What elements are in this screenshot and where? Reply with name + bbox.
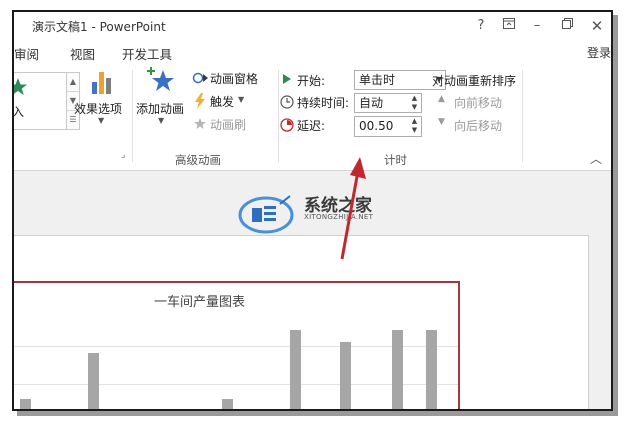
- move-earlier-label: 向前移动: [454, 96, 503, 110]
- collapse-ribbon-icon[interactable]: ︿: [590, 150, 602, 167]
- clock-icon: [280, 95, 294, 109]
- tab-review[interactable]: 审阅: [14, 44, 39, 63]
- effect-options-button[interactable]: 效果选项 ▼: [74, 68, 130, 148]
- slide-workspace: 一车间产量图表 系统之家 XITONGZHIJIA.NET: [14, 157, 611, 409]
- chart-bar: [340, 341, 351, 409]
- tab-view[interactable]: 视图: [70, 44, 95, 63]
- animation-painter-icon: [194, 118, 206, 129]
- star-icon: [14, 78, 27, 95]
- animation-pane-button[interactable]: 动画窗格: [192, 70, 278, 88]
- triangle-up-icon: ▲: [438, 94, 445, 104]
- play-icon: [283, 74, 291, 84]
- powerpoint-window: 演示文稿1 - PowerPoint ? – ✕ 审阅 视图 开发工具 登录 入…: [12, 10, 613, 411]
- animation-pane-label: 动画窗格: [210, 72, 259, 86]
- add-animation-label: 添加动画: [136, 102, 185, 116]
- window-title: 演示文稿1 - PowerPoint: [32, 20, 166, 34]
- ribbon-display-options-button[interactable]: [496, 15, 522, 37]
- triangle-down-icon: ▼: [438, 117, 445, 127]
- group-separator: [132, 70, 133, 162]
- animation-painter-label: 动画刷: [210, 118, 247, 132]
- restore-icon: [561, 18, 573, 29]
- title-bar: 演示文稿1 - PowerPoint ? – ✕: [14, 12, 611, 40]
- watermark-logo-icon: [238, 195, 294, 234]
- chevron-down-icon: ▼: [158, 116, 165, 125]
- start-value: 单击时: [359, 73, 396, 87]
- close-button[interactable]: ✕: [584, 15, 610, 37]
- move-earlier-button[interactable]: ▲ 向前移动: [438, 94, 518, 112]
- delay-spinner[interactable]: 00.50 ▲ ▼: [354, 116, 422, 137]
- start-label: 开始:: [297, 74, 326, 88]
- help-button[interactable]: ?: [468, 15, 494, 37]
- chevron-down-icon: ▼: [98, 116, 105, 125]
- chart-bar: [20, 399, 31, 409]
- move-later-label: 向后移动: [454, 119, 503, 133]
- chart-bar: [290, 330, 301, 409]
- animation-pane-icon: [192, 72, 208, 84]
- animation-painter-button[interactable]: 动画刷: [192, 116, 272, 134]
- tab-developer[interactable]: 开发工具: [122, 44, 172, 63]
- slide-canvas[interactable]: 一车间产量图表: [14, 235, 589, 409]
- ribbon-display-icon: [503, 18, 515, 29]
- advanced-animation-group-label: 高级动画: [175, 153, 221, 167]
- lightning-icon: [195, 93, 205, 109]
- chart-bar: [392, 330, 403, 409]
- move-later-button[interactable]: ▼ 向后移动: [438, 117, 518, 135]
- duration-value: 自动: [359, 96, 384, 110]
- chevron-down-icon: ▼: [238, 95, 245, 104]
- effect-options-icon: [92, 72, 111, 94]
- delay-clock-icon: [280, 118, 294, 132]
- chart-frame[interactable]: 一车间产量图表: [14, 281, 460, 409]
- login-link[interactable]: 登录: [587, 44, 611, 61]
- add-animation-star-icon: [147, 67, 174, 91]
- delay-value: 00.50: [359, 119, 394, 133]
- reorder-animation-title: 对动画重新排序: [432, 74, 517, 88]
- group-separator: [278, 70, 279, 162]
- duration-spinner[interactable]: 自动 ▲ ▼: [354, 93, 422, 113]
- add-animation-button[interactable]: 添加动画 ▼: [134, 66, 188, 146]
- trigger-button[interactable]: 触发 ▼: [192, 93, 262, 111]
- spinner-arrows-icon[interactable]: ▲ ▼: [410, 94, 419, 112]
- minimize-button[interactable]: –: [524, 15, 550, 37]
- trigger-label: 触发: [210, 95, 235, 109]
- chart-bar: [222, 399, 233, 409]
- gallery-item-label: 入: [12, 105, 25, 119]
- ribbon: 入 ▲ ▼ ☰ 效果选项 ▼ 添加动画 ▼ 动画窗格 触发 ▼ 动画刷 高级动画…: [14, 64, 611, 171]
- ribbon-tabs: 审阅 视图 开发工具 登录: [14, 42, 611, 64]
- group-separator: [522, 70, 523, 162]
- delay-label: 延迟:: [297, 119, 326, 133]
- duration-label: 持续时间:: [297, 96, 350, 110]
- animation-gallery[interactable]: 入: [14, 72, 67, 130]
- dialog-launcher-icon[interactable]: ⌟: [121, 150, 125, 160]
- annotation-arrow-icon: [340, 157, 366, 260]
- spinner-arrows-icon[interactable]: ▲ ▼: [410, 117, 419, 135]
- timing-group-label: 计时: [384, 153, 407, 167]
- chart-bar: [88, 353, 99, 409]
- restore-button[interactable]: [554, 15, 580, 37]
- chart-bar: [426, 330, 437, 409]
- effect-options-label: 效果选项: [74, 102, 123, 116]
- chart-title: 一车间产量图表: [154, 295, 246, 310]
